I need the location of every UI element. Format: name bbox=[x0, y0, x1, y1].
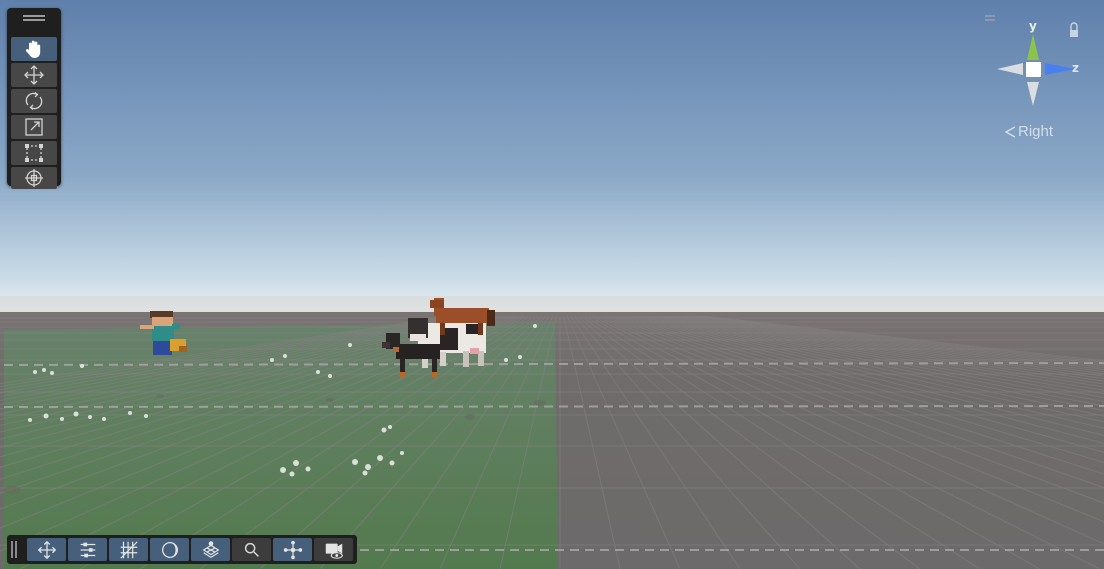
scene-viewport[interactable]: y z Right bbox=[0, 0, 1104, 569]
gizmo-icon bbox=[283, 540, 303, 560]
search-overlay-button[interactable] bbox=[232, 538, 271, 561]
grid-icon bbox=[120, 541, 138, 559]
neg-y-axis-cone bbox=[1027, 82, 1039, 106]
transform-icon bbox=[25, 169, 43, 187]
sliders-icon bbox=[80, 542, 96, 558]
transform-tool-button[interactable] bbox=[11, 167, 57, 189]
gizmo-center-cube bbox=[1026, 62, 1041, 77]
camera-eye-icon bbox=[325, 543, 343, 559]
gizmos-overlay-button[interactable] bbox=[273, 538, 312, 561]
rotate-tool-button[interactable] bbox=[11, 89, 57, 113]
view-orientation-label[interactable]: Right bbox=[1018, 123, 1053, 140]
rotate-icon bbox=[25, 91, 43, 111]
scale-icon bbox=[25, 118, 43, 136]
neg-z-axis-cone bbox=[997, 63, 1023, 75]
hand-icon bbox=[25, 40, 41, 58]
lighting-overlay-button[interactable] bbox=[150, 538, 189, 561]
tool-panel-drag-handle[interactable] bbox=[7, 8, 61, 28]
rect-tool-button[interactable] bbox=[11, 141, 57, 165]
y-axis-cone bbox=[1027, 34, 1039, 60]
grid-overlay-button[interactable] bbox=[109, 538, 148, 561]
tool-panel bbox=[7, 8, 61, 189]
overlay-toolbar bbox=[7, 535, 357, 564]
rect-transform-icon bbox=[25, 144, 43, 162]
lock-icon bbox=[1070, 22, 1078, 30]
sky bbox=[0, 0, 1104, 320]
move-arrows-icon bbox=[24, 65, 44, 85]
layers-icon bbox=[202, 541, 220, 559]
scale-tool-button[interactable] bbox=[11, 115, 57, 139]
move-tool-button[interactable] bbox=[11, 63, 57, 87]
gizmo-z-label: z bbox=[1072, 61, 1079, 75]
scene-render bbox=[0, 0, 1104, 569]
search-icon bbox=[244, 542, 259, 557]
move-arrows-icon bbox=[37, 540, 57, 560]
gizmo-y-label: y bbox=[1029, 19, 1037, 33]
moon-icon bbox=[162, 542, 178, 558]
view-direction-icon bbox=[1004, 126, 1016, 138]
properties-overlay-button[interactable] bbox=[68, 538, 107, 561]
z-axis-cone bbox=[1045, 63, 1075, 75]
hand-tool-button[interactable] bbox=[11, 37, 57, 61]
move-overlay-button[interactable] bbox=[27, 538, 66, 561]
overlay-toolbar-drag-handle[interactable] bbox=[11, 541, 19, 558]
camera-overlay-button[interactable] bbox=[314, 538, 353, 561]
layers-overlay-button[interactable] bbox=[191, 538, 230, 561]
